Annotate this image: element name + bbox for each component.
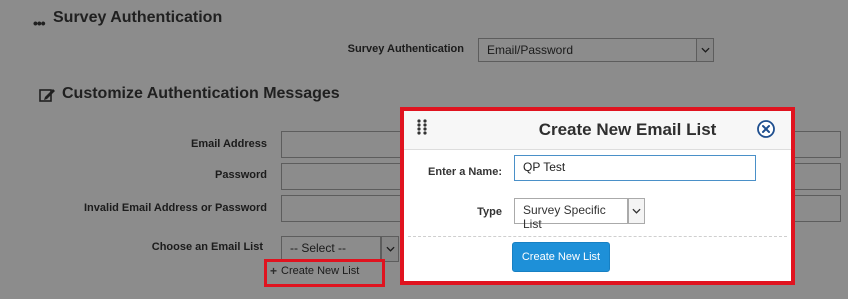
close-icon[interactable] xyxy=(757,120,775,138)
create-list-highlight xyxy=(264,259,385,287)
list-name-input[interactable]: QP Test xyxy=(514,155,756,181)
create-new-list-button[interactable]: Create New List xyxy=(512,242,610,272)
modal-title: Create New Email List xyxy=(538,120,717,139)
list-name-value: QP Test xyxy=(523,160,566,174)
create-email-list-modal: Create New Email List Enter a Name: QP T… xyxy=(400,107,795,285)
modal-divider xyxy=(408,236,787,237)
name-label: Enter a Name: xyxy=(428,166,502,178)
list-type-select-value: Survey Specific List xyxy=(523,203,606,231)
type-label: Type xyxy=(477,206,502,218)
modal-header[interactable]: Create New Email List xyxy=(404,111,791,150)
chevron-down-icon[interactable] xyxy=(628,198,645,224)
list-type-select[interactable]: Survey Specific List xyxy=(514,198,628,231)
